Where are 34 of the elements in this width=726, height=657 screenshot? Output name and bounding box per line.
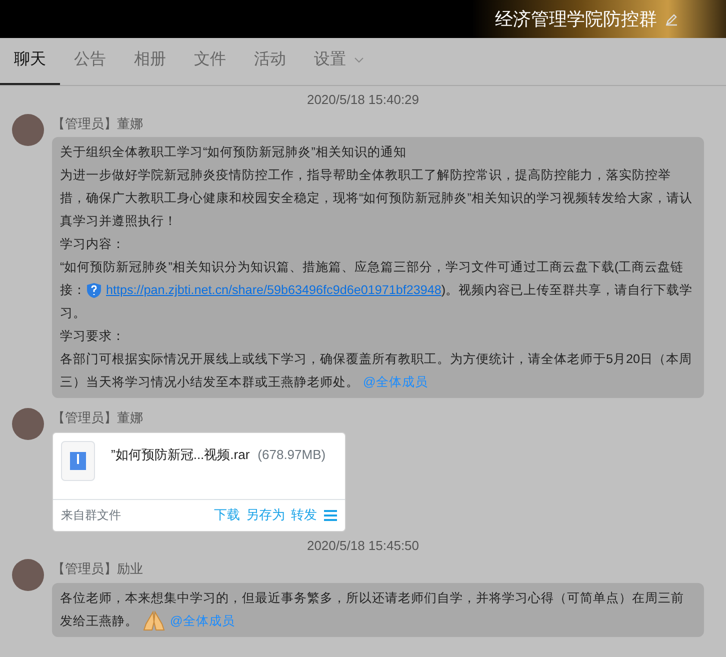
- message-text: 为进一步做好学院新冠肺炎疫情防控工作，指导帮助全体教职工了解防控常识，提高防控能力，落实防控举措，确保广大教职工身心健康和校园安全稳定，现将“如何预防新冠肺炎”相关知识的学习视频转发给大家，请认真学习并遵照执行！: [60, 167, 694, 230]
- sender-name: 【管理员】励业: [52, 560, 144, 578]
- message-text: 学习内容：: [60, 236, 126, 253]
- file-action[interactable]: 转发: [288, 505, 320, 525]
- file-action[interactable]: 下载: [211, 505, 243, 525]
- message-text: 学习要求：: [60, 328, 126, 345]
- hands-icon: [142, 610, 166, 632]
- avatar: [12, 408, 44, 440]
- message-text: “如何预防新冠肺炎”相关知识分为知识篇、措施篇、应急篇三部分，学习文件可通过工商云盘下载(工商云盘链接： https://pan.zjbti.net.cn/share/59b63496fc9d6e01971bf23948)。视频内容已上传至群共享，请自行下载学习。: [60, 259, 694, 322]
- link[interactable]: https://pan.zjbti.net.cn/share/59b63496fc9d6e01971bf23948: [106, 283, 442, 297]
- file-source: 来自群文件: [61, 507, 121, 524]
- file-action[interactable]: 另存为: [243, 505, 288, 525]
- tab[interactable]: 聊天: [0, 37, 60, 85]
- window-title: 经济管理学院防控群: [495, 8, 657, 30]
- tab[interactable]: 设置: [300, 37, 378, 85]
- tab[interactable]: 公告: [60, 37, 120, 85]
- edit-icon[interactable]: [665, 12, 678, 26]
- file-name: ”如何预防新冠...视频.rar: [111, 446, 250, 464]
- archive-file-icon: [61, 440, 95, 480]
- sender-name: 【管理员】董娜: [52, 409, 144, 427]
- file-size: (678.97MB): [258, 446, 326, 464]
- tab[interactable]: 活动: [240, 37, 300, 85]
- tab[interactable]: 相册: [120, 37, 180, 85]
- avatar: [12, 114, 44, 146]
- timestamp: 2020/5/18 15:45:50: [306, 538, 420, 552]
- timestamp: 2020/5/18 15:40:29: [306, 92, 420, 107]
- sender-name: 【管理员】董娜: [52, 114, 144, 132]
- message-text: 关于组织全体教职工学习“如何预防新冠肺炎”相关知识的通知: [60, 144, 408, 161]
- shield-icon: [86, 282, 102, 300]
- menu-icon[interactable]: [324, 510, 337, 520]
- message-text: 各部门可根据实际情况开展线上或线下学习，确保覆盖所有教职工。为方便统计，请全体老师于5月20日（本周三）当天将学习情况小结发至本群或王燕静老师处。 @全体成员: [60, 351, 694, 391]
- avatar: [12, 559, 44, 591]
- message-text: 各位老师，本来想集中学习的，但最近事务繁多，所以还请老师们自学，并将学习心得（可简单点）在周三前发给王燕静。 @全体成员: [60, 586, 696, 632]
- tab[interactable]: 文件: [180, 37, 240, 85]
